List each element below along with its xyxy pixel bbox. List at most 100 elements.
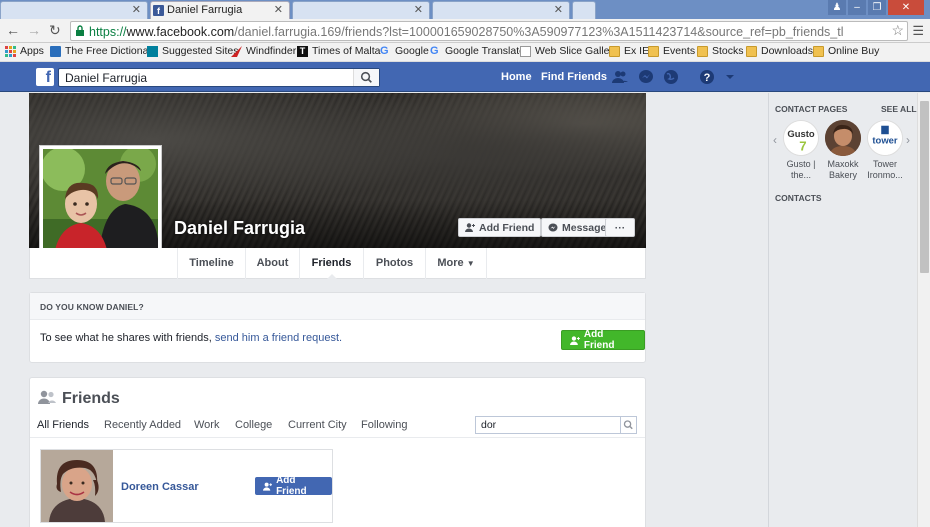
friend-avatar[interactable] (41, 450, 113, 522)
tab-more[interactable]: More ▼ (425, 248, 487, 279)
friends-card: Friends All Friends Recently Added Work … (29, 377, 646, 527)
contact-page-tower[interactable]: tower Tower Ironmo... (864, 120, 906, 181)
send-friend-request-link[interactable]: send him a friend request. (215, 332, 342, 344)
back-arrow-icon[interactable]: ← (6, 22, 20, 38)
gusto-logo: Gusto 7 (783, 120, 819, 156)
friends-tab-all[interactable]: All Friends (37, 419, 89, 431)
messenger-icon (548, 223, 558, 231)
add-friend-button[interactable]: Add Friend (458, 218, 542, 237)
facebook-search-input[interactable]: Daniel Farrugia (58, 68, 380, 87)
bookmark-folder-stocks[interactable]: Stocks (697, 45, 744, 57)
friend-result-card: Doreen Cassar Add Friend (40, 449, 333, 523)
friends-tab-following[interactable]: Following (361, 419, 407, 431)
tab-close-icon[interactable]: ✕ (274, 3, 283, 16)
bookmark-suggested-sites[interactable]: Suggested Sites (147, 45, 238, 57)
google-icon: G (430, 44, 439, 57)
facebook-top-bar: f Daniel Farrugia Home Find Friends ? (0, 62, 930, 92)
bookmark-folder-downloads[interactable]: Downloads (746, 45, 813, 57)
maxokk-avatar (825, 120, 861, 156)
window-controls: ♟ – ❐ ✕ (828, 0, 924, 15)
tab-about[interactable]: About (245, 248, 299, 279)
add-friend-icon (465, 223, 475, 232)
see-all-link[interactable]: SEE ALL (881, 104, 917, 114)
friends-search-input[interactable]: dor (475, 416, 637, 434)
search-icon[interactable] (620, 417, 636, 433)
tab-close-icon[interactable]: ✕ (554, 3, 563, 16)
bookmark-google[interactable]: G Google (380, 45, 429, 57)
bookmark-times-of-malta[interactable]: T Times of Malta (297, 45, 380, 57)
tab-friends[interactable]: Friends (299, 248, 363, 280)
contact-page-maxokk[interactable]: Maxokk Bakery (822, 120, 864, 181)
tower-logo: tower (867, 120, 903, 156)
tab-close-icon[interactable]: ✕ (414, 3, 423, 16)
browser-toolbar: ← → ↻ https://www.facebook.com/daniel.fa… (0, 19, 930, 43)
browser-tab[interactable]: ✕ (0, 1, 148, 19)
bookmark-the-free-dictionary[interactable]: The Free Dictionary (50, 45, 157, 57)
bookmark-folder-events[interactable]: Events (648, 45, 695, 57)
scrollbar-thumb[interactable] (920, 101, 929, 273)
bookmark-star-icon[interactable]: ☆ (891, 22, 904, 39)
browser-tab[interactable]: ✕ (292, 1, 430, 19)
notifications-globe-icon[interactable] (663, 69, 679, 85)
profile-name[interactable]: Daniel Farrugia (174, 218, 305, 239)
apps-grid-icon (5, 45, 16, 57)
friends-tab-current-city[interactable]: Current City (288, 419, 347, 431)
contact-page-label: Tower Ironmo... (867, 159, 903, 180)
search-icon[interactable] (353, 69, 379, 86)
contacts-heading: CONTACTS (775, 193, 822, 203)
tab-timeline[interactable]: Timeline (177, 248, 245, 279)
browser-tab[interactable]: ✕ (432, 1, 570, 19)
browser-tab-active[interactable]: f Daniel Farrugia ✕ (150, 1, 290, 19)
bookmark-folder-ex-ie[interactable]: Ex IE (609, 45, 649, 57)
friends-tab-recently-added[interactable]: Recently Added (104, 419, 181, 431)
tab-close-icon[interactable]: ✕ (132, 3, 141, 16)
chevron-left-icon[interactable]: ‹ (773, 133, 777, 147)
dictionary-icon (50, 45, 61, 57)
nav-home-link[interactable]: Home (501, 71, 532, 83)
friends-icon (38, 390, 56, 404)
folder-icon (746, 45, 757, 57)
messenger-icon[interactable] (638, 69, 654, 85)
bookmark-apps[interactable]: Apps (5, 45, 44, 57)
friends-tab-college[interactable]: College (235, 419, 272, 431)
new-tab-button[interactable] (572, 1, 596, 19)
chevron-right-icon[interactable]: › (906, 133, 910, 147)
browser-tab-strip: ✕ f Daniel Farrugia ✕ ✕ ✕ ♟ – ❐ ✕ (0, 0, 930, 19)
nav-find-friends-link[interactable]: Find Friends (541, 71, 607, 83)
friend-add-friend-button[interactable]: Add Friend (255, 475, 332, 497)
reload-icon[interactable]: ↻ (49, 22, 61, 39)
user-icon[interactable]: ♟ (828, 0, 846, 15)
page-scrollbar[interactable] (917, 93, 930, 527)
forward-arrow-icon[interactable]: → (27, 22, 41, 38)
bookmark-web-slice-gallery[interactable]: Web Slice Gallery (520, 45, 618, 57)
bookmark-folder-online-buy[interactable]: Online Buy (813, 45, 879, 57)
do-you-know-header: DO YOU KNOW DANIEL? (30, 293, 645, 320)
folder-icon (648, 45, 659, 57)
facebook-logo-icon[interactable]: f (36, 68, 54, 86)
friend-name-link[interactable]: Doreen Cassar (121, 481, 199, 493)
gusto-logo-image: Gusto 7 (784, 121, 818, 155)
tower-logo-image: tower (868, 121, 902, 155)
restore-icon[interactable]: ❐ (868, 0, 886, 15)
browser-menu-icon[interactable]: ☰ (912, 23, 924, 39)
add-friend-green-button[interactable]: Add Friend (561, 329, 645, 351)
tab-photos[interactable]: Photos (363, 248, 425, 279)
contact-page-label: Maxokk Bakery (827, 159, 859, 180)
bing-icon (147, 45, 158, 57)
minimize-icon[interactable]: – (848, 0, 866, 15)
friend-requests-icon[interactable] (612, 69, 628, 85)
address-bar[interactable]: https://www.facebook.com/daniel.farrugia… (70, 21, 908, 41)
bookmark-windfinder[interactable]: Windfinder (231, 45, 296, 57)
bookmark-google-translate[interactable]: G Google Translate (430, 45, 525, 57)
contact-page-gusto[interactable]: Gusto 7 Gusto | the... (780, 120, 822, 181)
more-options-button[interactable]: ··· (605, 218, 635, 237)
folder-icon (813, 45, 824, 57)
close-window-icon[interactable]: ✕ (888, 0, 924, 15)
account-menu-chevron-down-icon[interactable] (722, 69, 738, 85)
friends-tab-work[interactable]: Work (194, 419, 219, 431)
help-icon[interactable]: ? (699, 69, 715, 85)
do-you-know-card: DO YOU KNOW DANIEL? To see what he share… (29, 292, 646, 363)
chevron-down-icon: ▼ (466, 259, 475, 268)
message-button[interactable]: Message (541, 218, 614, 237)
friends-heading: Friends (62, 390, 120, 407)
